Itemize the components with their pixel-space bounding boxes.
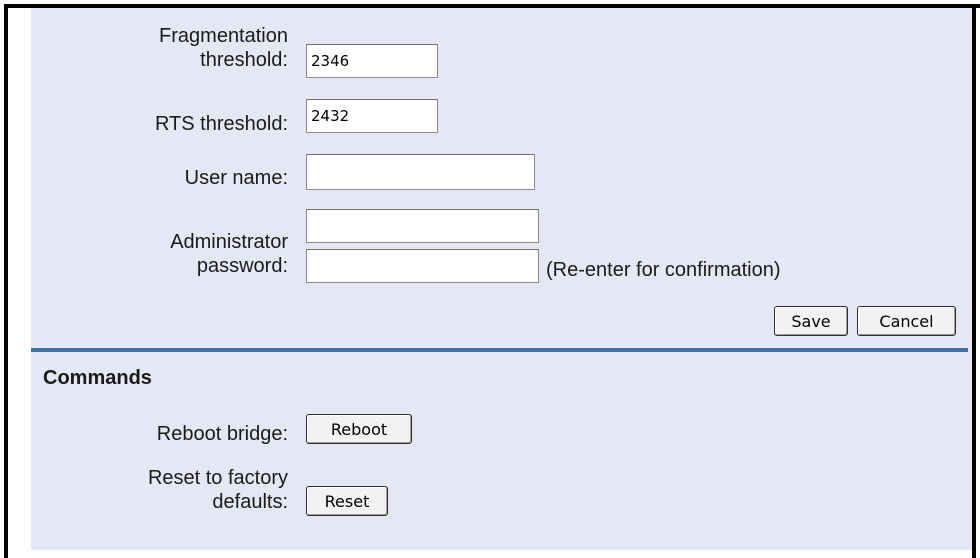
password-confirm-hint: (Re-enter for confirmation): [546, 259, 781, 281]
rts-threshold-label: RTS threshold:: [154, 113, 288, 135]
fragmentation-label-line1: Fragmentation: [159, 25, 288, 47]
reset-factory-label: Reset to factory defaults:: [148, 466, 288, 514]
username-label: User name:: [184, 167, 288, 189]
cancel-button[interactable]: Cancel: [857, 306, 956, 336]
save-button[interactable]: Save: [774, 306, 848, 336]
frame-border-left: [4, 4, 8, 558]
reboot-button[interactable]: Reboot: [306, 414, 412, 444]
admin-password-input[interactable]: [306, 209, 539, 243]
username-input[interactable]: [306, 154, 535, 190]
reset-factory-label-line1: Reset to factory: [147, 467, 288, 489]
page-frame: Fragmentation threshold: RTS threshold: …: [0, 0, 980, 558]
fragmentation-threshold-label: Fragmentation threshold:: [159, 24, 288, 72]
admin-password-label-line1: Administrator: [170, 231, 288, 253]
section-divider: [31, 348, 968, 352]
admin-password-confirm-input[interactable]: [306, 249, 539, 283]
reset-factory-label-line2: defaults:: [212, 491, 288, 513]
fragmentation-label-line2: threshold:: [200, 49, 288, 71]
reboot-bridge-label: Reboot bridge:: [156, 423, 288, 445]
admin-password-label-line2: password:: [196, 255, 288, 277]
commands-heading: Commands: [43, 367, 152, 389]
admin-password-label: Administrator password:: [170, 230, 288, 278]
fragmentation-threshold-input[interactable]: [306, 44, 438, 78]
reset-button[interactable]: Reset: [306, 486, 388, 516]
rts-threshold-input[interactable]: [306, 99, 438, 133]
frame-border-right: [972, 4, 976, 558]
